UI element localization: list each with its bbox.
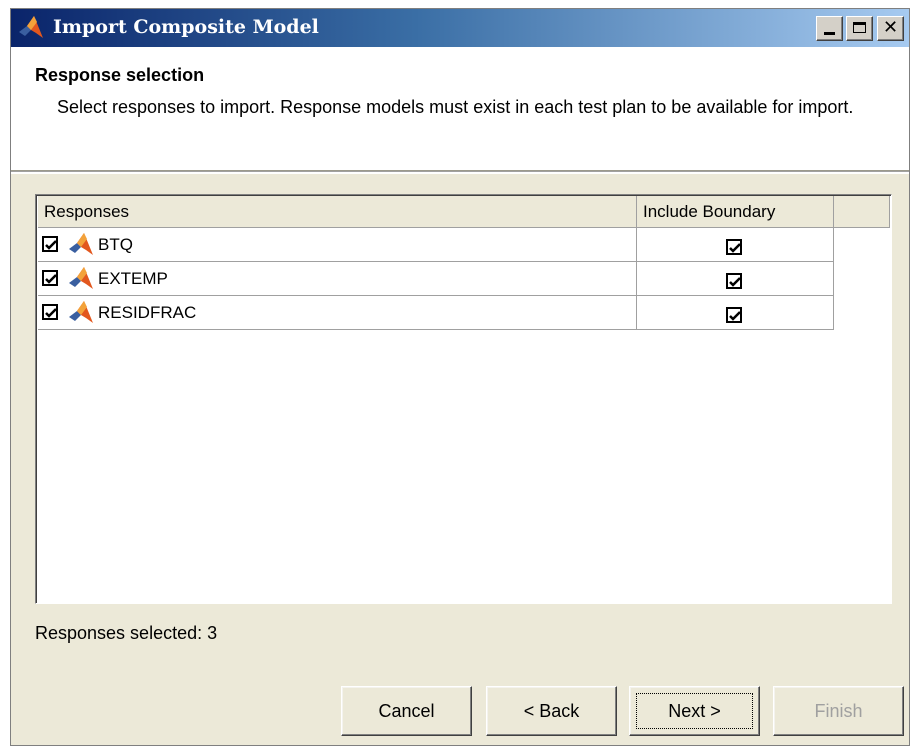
- checkmark-icon: [729, 243, 741, 253]
- response-cell[interactable]: BTQ: [38, 228, 637, 262]
- column-header-include-boundary[interactable]: Include Boundary: [637, 196, 834, 228]
- checkmark-icon: [45, 274, 57, 284]
- matlab-logo-icon: [19, 16, 43, 38]
- response-name: EXTEMP: [98, 269, 168, 288]
- checkmark-icon: [729, 311, 741, 321]
- step-title: Response selection: [35, 65, 205, 85]
- column-header-responses[interactable]: Responses: [38, 196, 637, 228]
- window-title: Import Composite Model: [53, 16, 319, 38]
- maximize-icon: [853, 22, 866, 33]
- include-boundary-cell[interactable]: [637, 228, 834, 262]
- include-boundary-cell[interactable]: [637, 262, 834, 296]
- selection-status: Responses selected: 3: [35, 623, 218, 643]
- back-button[interactable]: < Back: [486, 686, 617, 736]
- table-row[interactable]: BTQ: [38, 228, 834, 262]
- response-name: BTQ: [98, 235, 133, 254]
- title-bar[interactable]: Import Composite Model ✕: [11, 9, 909, 47]
- include-boundary-checkbox[interactable]: [726, 307, 742, 323]
- response-checkbox[interactable]: [42, 236, 58, 252]
- checkmark-icon: [45, 308, 57, 318]
- import-composite-model-dialog: Import Composite Model ✕ Response select…: [10, 8, 910, 746]
- close-icon: ✕: [882, 17, 899, 38]
- minimize-icon: [824, 32, 835, 35]
- step-description: Select responses to import. Response mod…: [57, 97, 854, 117]
- model-icon: [69, 267, 93, 289]
- header-divider: [11, 171, 909, 174]
- cancel-button[interactable]: Cancel: [341, 686, 472, 736]
- column-header-filler: [834, 196, 890, 228]
- response-name: RESIDFRAC: [98, 303, 197, 322]
- response-cell[interactable]: EXTEMP: [38, 262, 637, 296]
- minimize-button[interactable]: [816, 16, 843, 41]
- response-checkbox[interactable]: [42, 304, 58, 320]
- next-button[interactable]: Next >: [629, 686, 760, 736]
- table-row[interactable]: RESIDFRAC: [38, 296, 834, 330]
- include-boundary-checkbox[interactable]: [726, 239, 742, 255]
- responses-table[interactable]: Responses Include Boundary BTQ EXTEMP RE…: [35, 194, 892, 604]
- checkmark-icon: [729, 277, 741, 287]
- wizard-header: Response selection Select responses to i…: [11, 47, 909, 171]
- finish-button[interactable]: Finish: [773, 686, 904, 736]
- response-checkbox[interactable]: [42, 270, 58, 286]
- model-icon: [69, 233, 93, 255]
- focus-ring: [636, 693, 753, 729]
- maximize-button[interactable]: [846, 16, 873, 41]
- checkmark-icon: [45, 240, 57, 250]
- include-boundary-checkbox[interactable]: [726, 273, 742, 289]
- close-button[interactable]: ✕: [877, 16, 904, 41]
- include-boundary-cell[interactable]: [637, 296, 834, 330]
- response-cell[interactable]: RESIDFRAC: [38, 296, 637, 330]
- model-icon: [69, 301, 93, 323]
- table-row[interactable]: EXTEMP: [38, 262, 834, 296]
